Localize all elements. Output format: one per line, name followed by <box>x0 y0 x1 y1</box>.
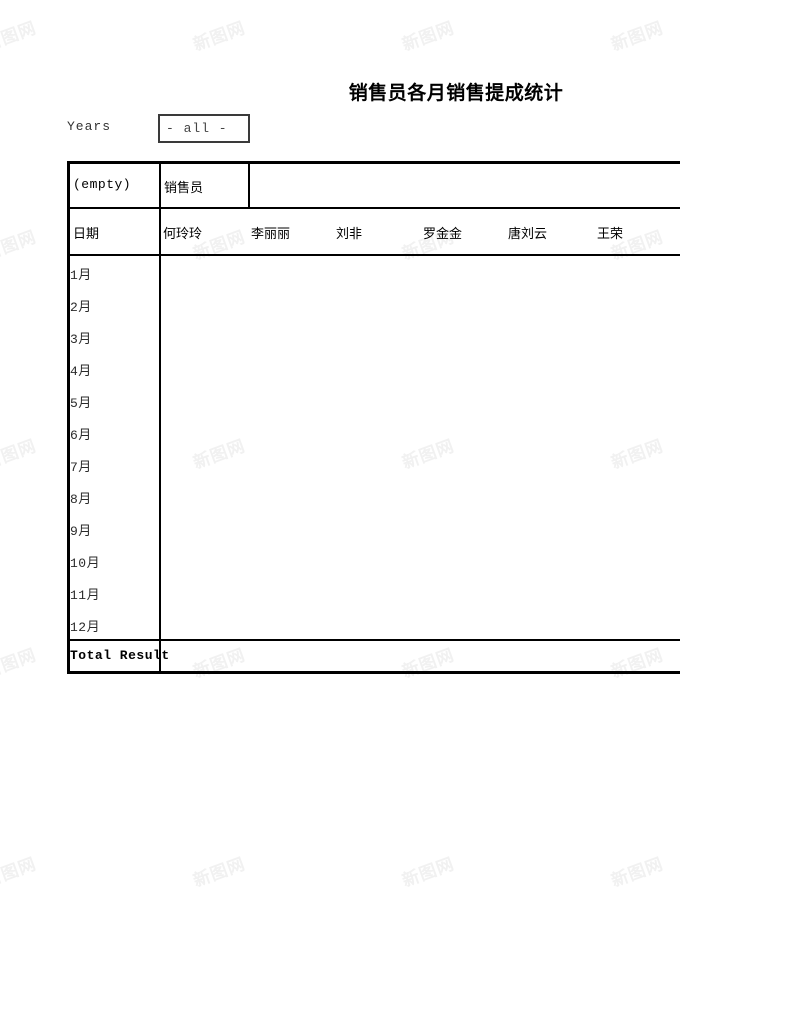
pivot-total-row-label: Total Result <box>70 648 170 663</box>
years-filter-dropdown[interactable]: - all - <box>158 114 250 143</box>
pivot-column-header-2[interactable]: 刘非 <box>336 223 362 242</box>
page-title-text: 销售员各月销售提成统计 <box>348 82 564 104</box>
pivot-column-header-0[interactable]: 何玲玲 <box>163 223 202 242</box>
pivot-column-header-3[interactable]: 罗金金 <box>423 223 462 242</box>
pivot-row-label-1[interactable]: 2月 <box>70 296 92 315</box>
years-filter-value: - all - <box>166 121 228 136</box>
pivot-row-label-0[interactable]: 1月 <box>70 264 92 283</box>
sheet-content: 销售员各月销售提成统计 Years - all - (empty) 销售员 日期… <box>0 0 794 1025</box>
pivot-row-label-5[interactable]: 6月 <box>70 424 92 443</box>
years-filter-label: Years <box>67 119 112 134</box>
pivot-row-label-10[interactable]: 11月 <box>70 584 100 603</box>
spreadsheet-page: 新图网 新图网 新图网 新图网 新图网 新图网 新图网 新图网 新图网 新图网 新图网 新图网 新图网新… <box>0 0 794 1025</box>
pivot-row-label-3[interactable]: 4月 <box>70 360 92 379</box>
pivot-column-header-1[interactable]: 李丽丽 <box>251 223 290 242</box>
pivot-column-header-4[interactable]: 唐刘云 <box>508 223 547 242</box>
pivot-row-label-2[interactable]: 3月 <box>70 328 92 347</box>
row-field-divider <box>159 161 161 674</box>
pivot-row-field-label[interactable]: 日期 <box>73 223 99 242</box>
pivot-row-label-4[interactable]: 5月 <box>70 392 92 411</box>
pivot-row-label-7[interactable]: 8月 <box>70 488 92 507</box>
pivot-corner-label: (empty) <box>73 177 132 192</box>
pivot-column-header-5[interactable]: 王荣 <box>597 223 623 242</box>
pivot-table: (empty) 销售员 日期 何玲玲 李丽丽 刘非 罗金金 唐刘云 王荣 1月 … <box>67 161 680 674</box>
header1-cell-divider <box>248 161 250 209</box>
pivot-row-label-11[interactable]: 12月 <box>70 616 100 635</box>
pivot-column-field-label[interactable]: 销售员 <box>164 177 203 196</box>
pivot-row-label-9[interactable]: 10月 <box>70 552 100 571</box>
page-title: 销售员各月销售提成统计 <box>0 78 794 105</box>
pivot-row-label-8[interactable]: 9月 <box>70 520 92 539</box>
pivot-row-label-6[interactable]: 7月 <box>70 456 92 475</box>
